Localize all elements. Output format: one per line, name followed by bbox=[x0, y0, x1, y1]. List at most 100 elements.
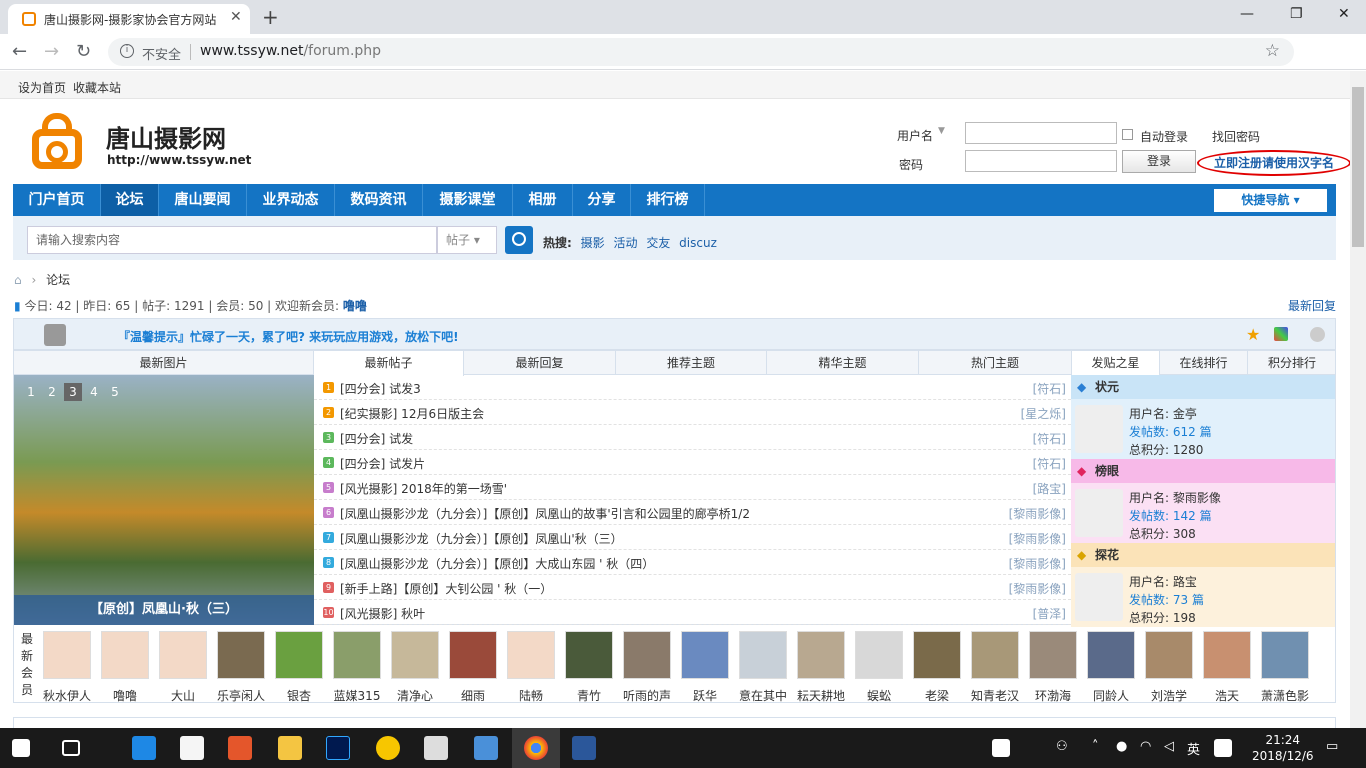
tab-hot[interactable]: 热门主题 bbox=[919, 351, 1071, 375]
avatar[interactable] bbox=[217, 631, 265, 679]
nav-item-news[interactable]: 唐山要闻 bbox=[159, 184, 247, 216]
favorite-star-icon[interactable]: ★ bbox=[1246, 325, 1260, 344]
tab-digest[interactable]: 精华主题 bbox=[767, 351, 919, 375]
thread-title[interactable]: [风光摄影] 2018年的第一场雪' bbox=[340, 480, 507, 497]
thread-author[interactable]: [黎雨影像] bbox=[1009, 530, 1066, 547]
bookmark-star-icon[interactable]: ☆ bbox=[1265, 41, 1280, 61]
latest-reply-link[interactable]: 最新回复 bbox=[1288, 297, 1336, 314]
tab-latest-replies[interactable]: 最新回复 bbox=[464, 351, 616, 375]
thread-title[interactable]: [凤凰山摄影沙龙（九分会）]【原创】凤凰山'秋（三） bbox=[340, 530, 623, 547]
gallery-page-5[interactable]: 5 bbox=[106, 383, 124, 401]
avatar[interactable] bbox=[1261, 631, 1309, 679]
nav-item-forum[interactable]: 论坛 bbox=[101, 184, 159, 216]
maximize-icon[interactable]: ❐ bbox=[1290, 6, 1303, 22]
avatar[interactable] bbox=[1075, 573, 1123, 621]
member-name[interactable]: 青竹 bbox=[562, 687, 616, 704]
avatar[interactable] bbox=[797, 631, 845, 679]
gallery-page-3[interactable]: 3 bbox=[64, 383, 82, 401]
info-icon[interactable]: i bbox=[120, 44, 134, 58]
member-name[interactable]: 耘天耕地 bbox=[794, 687, 848, 704]
member-name[interactable]: 陆畅 bbox=[504, 687, 558, 704]
reload-icon[interactable]: ↻ bbox=[76, 41, 91, 62]
search-icon[interactable] bbox=[505, 226, 533, 254]
search-type-select[interactable]: 帖子 ▾ bbox=[437, 226, 497, 254]
thread-author[interactable]: [路宝] bbox=[1033, 480, 1066, 497]
member-item[interactable]: 蜈蚣 bbox=[852, 631, 906, 704]
member-name[interactable]: 乐亭闲人 bbox=[214, 687, 268, 704]
edge-icon[interactable] bbox=[132, 736, 156, 760]
member-item[interactable]: 知青老汉 bbox=[968, 631, 1022, 704]
avatar[interactable] bbox=[1087, 631, 1135, 679]
member-name[interactable]: 秋水伊人 bbox=[40, 687, 94, 704]
nav-item-class[interactable]: 摄影课堂 bbox=[423, 184, 513, 216]
thread-row[interactable]: 1 [四分会] 试发3 [符石] bbox=[314, 375, 1071, 400]
avatar[interactable] bbox=[1075, 489, 1123, 537]
member-name[interactable]: 清净心 bbox=[388, 687, 442, 704]
notification-icon[interactable]: ▭ bbox=[1326, 739, 1338, 754]
app-bird-icon[interactable] bbox=[474, 736, 498, 760]
thread-row[interactable]: 8 [凤凰山摄影沙龙（九分会）]【原创】大成山东园 ' 秋（四） [黎雨影像] bbox=[314, 550, 1071, 575]
thread-author[interactable]: [普泽] bbox=[1033, 605, 1066, 622]
member-name[interactable]: 跃华 bbox=[678, 687, 732, 704]
back-icon[interactable]: ← bbox=[12, 41, 27, 62]
avatar[interactable] bbox=[855, 631, 903, 679]
member-name[interactable]: 知青老汉 bbox=[968, 687, 1022, 704]
page-scrollbar[interactable] bbox=[1350, 71, 1366, 728]
forward-icon[interactable]: → bbox=[44, 41, 59, 62]
member-name[interactable]: 银杏 bbox=[272, 687, 326, 704]
star-username[interactable]: 用户名: 金亭 bbox=[1129, 405, 1197, 422]
member-item[interactable]: 老梁 bbox=[910, 631, 964, 704]
avatar[interactable] bbox=[101, 631, 149, 679]
member-name[interactable]: 噜噜 bbox=[98, 687, 152, 704]
star-username[interactable]: 用户名: 路宝 bbox=[1129, 573, 1197, 590]
tab-latest-threads[interactable]: 最新帖子 bbox=[314, 351, 464, 376]
thread-row[interactable]: 6 [凤凰山摄影沙龙（九分会）]【原创】凤凰山的故事'引言和公园里的廊亭桥1/2 [… bbox=[314, 500, 1071, 525]
member-item[interactable]: 耘天耕地 bbox=[794, 631, 848, 704]
avatar[interactable] bbox=[507, 631, 555, 679]
thread-row[interactable]: 7 [凤凰山摄影沙龙（九分会）]【原创】凤凰山'秋（三） [黎雨影像] bbox=[314, 525, 1071, 550]
thread-row[interactable]: 5 [风光摄影] 2018年的第一场雪' [路宝] bbox=[314, 475, 1071, 500]
thread-author[interactable]: [符石] bbox=[1033, 380, 1066, 397]
gallery-page-2[interactable]: 2 bbox=[43, 383, 61, 401]
photoshop-icon[interactable] bbox=[326, 736, 350, 760]
avatar[interactable] bbox=[739, 631, 787, 679]
username-dropdown-icon[interactable]: ▼ bbox=[938, 126, 945, 136]
member-item[interactable]: 大山 bbox=[156, 631, 210, 704]
member-item[interactable]: 陆畅 bbox=[504, 631, 558, 704]
member-name[interactable]: 意在其中 bbox=[736, 687, 790, 704]
nav-item-digital[interactable]: 数码资讯 bbox=[335, 184, 423, 216]
powerpoint-icon[interactable] bbox=[228, 736, 252, 760]
avatar[interactable] bbox=[391, 631, 439, 679]
avatar[interactable] bbox=[43, 631, 91, 679]
omnibox[interactable]: i 不安全 www.tssyw.net/forum.php ☆ bbox=[108, 38, 1294, 66]
windows-start-icon[interactable] bbox=[12, 739, 30, 757]
minimize-icon[interactable]: — bbox=[1240, 6, 1254, 22]
thread-row[interactable]: 4 [四分会] 试发片 [符石] bbox=[314, 450, 1071, 475]
thread-title[interactable]: [凤凰山摄影沙龙（九分会）]【原创】大成山东园 ' 秋（四） bbox=[340, 555, 654, 572]
word-icon[interactable] bbox=[572, 736, 596, 760]
site-logo[interactable] bbox=[28, 111, 86, 173]
bookmark-site-link[interactable]: 收藏本站 bbox=[73, 79, 121, 96]
nav-item-album[interactable]: 相册 bbox=[513, 184, 573, 216]
store-icon[interactable] bbox=[180, 736, 204, 760]
mail-icon[interactable] bbox=[424, 736, 448, 760]
new-member-link[interactable]: 噜噜 bbox=[343, 299, 367, 313]
thread-title[interactable]: [纪实摄影] 12月6日版主会 bbox=[340, 405, 484, 422]
thread-title[interactable]: [风光摄影] 秋叶 bbox=[340, 605, 425, 622]
member-item[interactable]: 细雨 bbox=[446, 631, 500, 704]
avatar[interactable] bbox=[1203, 631, 1251, 679]
thread-title[interactable]: [四分会] 试发片 bbox=[340, 455, 425, 472]
avatar[interactable] bbox=[449, 631, 497, 679]
tray-app-icon[interactable]: ● bbox=[1116, 739, 1127, 754]
thread-author[interactable]: [符石] bbox=[1033, 455, 1066, 472]
password-input[interactable] bbox=[965, 150, 1117, 172]
member-item[interactable]: 同龄人 bbox=[1084, 631, 1138, 704]
avatar[interactable] bbox=[159, 631, 207, 679]
hot-term-friends[interactable]: 交友 bbox=[646, 236, 670, 250]
member-name[interactable]: 蓝媒315 bbox=[330, 687, 384, 704]
tab-online-rank[interactable]: 在线排行 bbox=[1160, 351, 1248, 375]
thread-title[interactable]: [新手上路]【原创】大钊公园 ' 秋（一） bbox=[340, 580, 552, 597]
member-name[interactable]: 听雨的声 bbox=[620, 687, 674, 704]
member-name[interactable]: 刘浩学 bbox=[1142, 687, 1196, 704]
login-button[interactable]: 登录 bbox=[1122, 150, 1196, 173]
